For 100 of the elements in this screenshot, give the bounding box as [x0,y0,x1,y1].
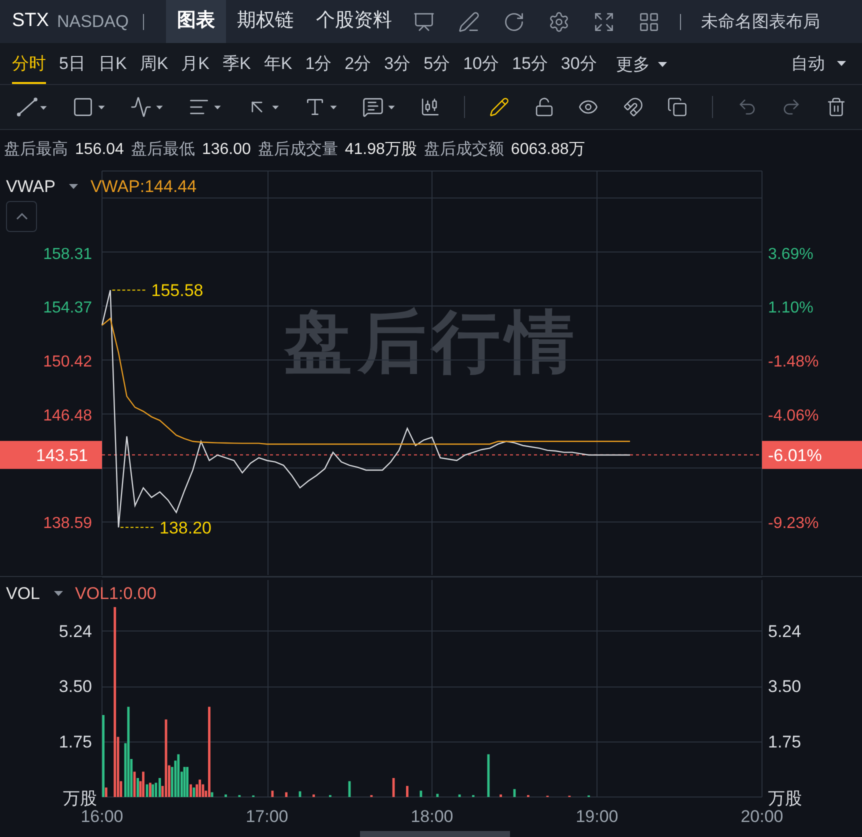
scrollbar[interactable] [360,831,510,837]
pencil-icon[interactable] [489,96,510,118]
volume-bar [224,794,227,797]
refresh-icon[interactable] [502,10,525,32]
stat-label: 盘后成交额 [424,140,504,160]
volume-axis-label: 3.50 [58,677,92,696]
volume-bar [271,790,274,797]
percent-axis-label: -9.23% [768,515,819,532]
chevron-up-icon [16,213,28,220]
volume-axis-label: 1.75 [58,732,92,752]
leader-line [120,526,155,528]
volume-axis-label: 万股 [768,789,802,808]
volume-bar [420,790,422,797]
volume-bar [487,754,490,797]
volume-axis-label: 3.50 [768,677,802,696]
caret-icon [69,184,78,190]
pen-icon[interactable] [458,10,480,32]
volume-axis-label: 5.24 [768,622,802,642]
caret-icon [658,62,667,67]
percent-axis-label: 3.69% [768,246,814,263]
volume-bar [312,794,315,797]
period-tab[interactable]: 5日 [59,43,86,84]
indicator-reading: VOL1:0.00 [75,583,156,605]
grid-icon[interactable] [638,10,660,32]
period-tab[interactable]: 季K [222,43,251,84]
more-dropdown[interactable]: 更多 [616,43,667,84]
price-axis-label: 138.59 [43,515,92,532]
stat-value: 6063.88万 [510,140,585,160]
caret-icon [156,105,163,109]
line-tool-icon[interactable] [16,96,48,118]
settings-icon[interactable] [548,10,570,32]
time-axis-label: 17:00 [246,807,288,826]
stat-label: 盘后最低 [130,140,195,160]
price-axis-label: 150.42 [43,354,92,371]
leader-line [112,290,147,291]
caret-icon [98,105,105,109]
top-tab[interactable]: 个股资料 [304,0,403,43]
volume-bar [348,781,351,797]
period-tab[interactable]: 30分 [560,43,597,84]
top-tab[interactable]: 图表 [166,0,226,43]
zigzag-icon[interactable] [130,96,152,118]
scale-dropdown[interactable]: 自动 [791,43,852,84]
stat-label: 盘后成交量 [258,140,338,160]
stat-value: 136.00 [202,140,251,160]
period-tab[interactable]: 5分 [424,43,450,84]
caret-icon [272,105,279,109]
period-tab[interactable]: 3分 [384,43,411,84]
percent-axis-label: -4.06% [768,407,819,424]
stat-label: 盘后最高 [4,140,68,160]
time-axis-label: 19:00 [576,807,618,826]
copy-icon[interactable] [667,96,688,118]
presentation-icon[interactable] [412,10,435,32]
rectangle-icon[interactable] [72,96,94,118]
period-tab[interactable]: 1分 [305,43,332,84]
indicator-dropdown[interactable]: VOL [6,581,64,606]
time-axis-label: 20:00 [740,807,784,826]
extreme-price-label: 138.20 [160,518,212,538]
volume-bar [513,789,516,797]
unlock-icon[interactable] [534,96,554,118]
caret-icon [54,591,64,596]
volume-axis-label: 5.24 [58,622,92,642]
change-badge: -6.01% [762,440,862,469]
period-tab[interactable]: 周K [140,43,168,84]
last-price-badge: 143.51 [0,440,102,469]
time-axis-label: 16:00 [80,807,124,826]
volume-bar [298,791,302,797]
volume-bar [285,792,288,797]
volume-axis-label: 1.75 [768,732,802,752]
caret-icon [214,105,221,109]
percent-axis-label: 1.10% [768,300,814,317]
exchange-label: NASDAQ [56,10,129,33]
price-axis-label: 154.37 [43,300,92,317]
volume-bar [458,794,461,797]
period-tab[interactable]: 15分 [512,43,548,84]
price-axis-label: 146.48 [43,407,92,424]
volume-bar [392,778,395,797]
indicator-dropdown[interactable]: VWAP [6,174,78,200]
expand-icon[interactable] [592,10,615,32]
period-tab[interactable]: 日K [98,43,127,84]
note-icon[interactable] [362,96,384,118]
period-tab[interactable]: 月K [181,43,210,84]
top-tab[interactable]: 期权链 [226,0,305,43]
trash-icon[interactable] [826,96,846,118]
time-axis-label: 18:00 [410,807,454,826]
candlestick-icon[interactable] [420,96,440,118]
layout-name-button[interactable]: 未命名图表布局 [700,8,820,34]
volume-bar [406,786,408,797]
ticker-symbol: STX [11,9,49,34]
ref-line-label: 143.51 [36,446,88,465]
indicator-reading: VWAP:144.44 [90,176,197,198]
caret-icon [388,105,395,109]
magnet-icon[interactable] [622,96,644,118]
period-tab[interactable]: 10分 [463,43,499,84]
caret-icon [330,105,337,109]
volume-bar [436,794,439,797]
period-tab[interactable]: 年K [264,43,292,84]
caret-icon [837,61,846,66]
extreme-price-label: 155.58 [151,281,204,300]
percent-axis-label: -1.48% [768,354,819,371]
period-tab[interactable]: 2分 [344,43,372,84]
